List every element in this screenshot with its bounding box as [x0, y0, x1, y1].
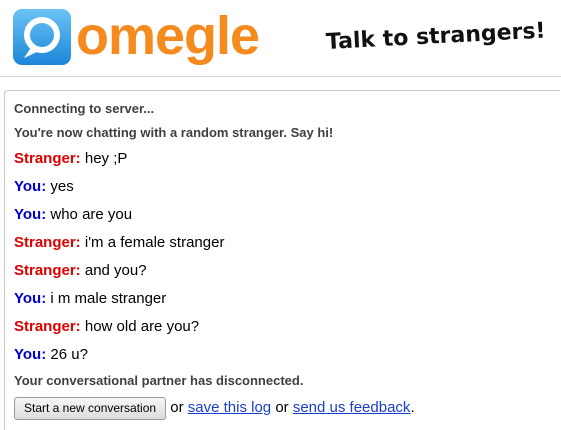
sender-stranger: Stranger: [14, 234, 81, 251]
chat-log: Connecting to server... You're now chatt… [14, 97, 554, 423]
message-text: i m male stranger [46, 290, 167, 307]
sender-stranger: Stranger: [14, 262, 81, 279]
sender-stranger: Stranger: [14, 318, 81, 335]
message-line: Stranger: how old are you? [14, 313, 554, 341]
or-separator: or [271, 399, 293, 416]
message-line: You: 26 u? [14, 341, 554, 369]
sender-you: You: [14, 206, 47, 223]
tagline: Talk to strangers! [325, 18, 547, 55]
message-text: yes [46, 178, 74, 195]
or-separator: or [166, 399, 188, 416]
start-new-conversation-button[interactable]: Start a new conversation [14, 396, 167, 420]
message-line: Stranger: and you? [14, 257, 554, 285]
message-text: who are you [46, 206, 133, 223]
message-text: 26 u? [46, 346, 88, 363]
sender-you: You: [14, 290, 47, 307]
message-line: You: i m male stranger [14, 285, 554, 313]
message-text: how old are you? [80, 318, 200, 335]
status-disconnected: Your conversational partner has disconne… [14, 373, 304, 388]
omegle-wordmark: omegle [76, 6, 260, 66]
sender-stranger: Stranger: [14, 150, 81, 167]
sender-you: You: [14, 346, 47, 363]
message-line: You: who are you [14, 201, 554, 229]
save-log-link[interactable]: save this log [188, 399, 271, 416]
status-connected: You're now chatting with a random strang… [14, 125, 334, 140]
message-text: i'm a female stranger [80, 234, 225, 251]
message-line: Stranger: i'm a female stranger [14, 229, 554, 257]
period: . [410, 399, 415, 416]
message-line: Stranger: hey ;P [14, 145, 554, 173]
message-text: and you? [80, 262, 147, 279]
message-text: hey ;P [80, 150, 128, 167]
status-connecting: Connecting to server... [14, 101, 155, 116]
send-feedback-link[interactable]: send us feedback [293, 399, 411, 416]
post-chat-actions: Start a new conversation or save this lo… [14, 393, 554, 423]
omegle-logo-icon [13, 9, 71, 65]
message-line: You: yes [14, 173, 554, 201]
chat-log-panel: Connecting to server... You're now chatt… [4, 90, 560, 430]
header: omegle Talk to strangers! [0, 0, 561, 77]
sender-you: You: [14, 178, 47, 195]
